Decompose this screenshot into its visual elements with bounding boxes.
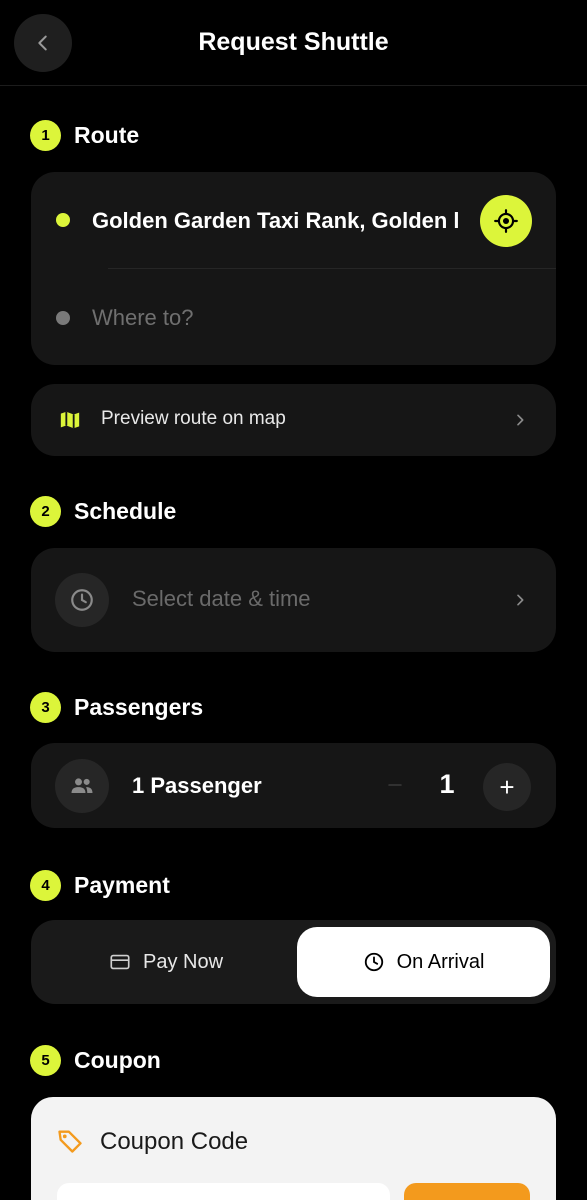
schedule-placeholder: Select date & time xyxy=(132,586,311,611)
current-location-button[interactable] xyxy=(480,195,532,247)
people-icon xyxy=(71,778,93,793)
chevron-right-icon xyxy=(517,414,524,426)
passenger-card: 1 Passenger 1 + xyxy=(31,743,556,828)
step-badge: 5 xyxy=(30,1045,61,1076)
section-title: Route xyxy=(74,122,140,148)
section-title: Payment xyxy=(74,872,170,898)
origin-input[interactable] xyxy=(92,205,480,237)
section-title: Coupon xyxy=(74,1047,161,1073)
credit-card-icon xyxy=(110,954,130,970)
crosshair-icon xyxy=(494,209,518,233)
map-icon xyxy=(60,411,80,429)
route-section-heading: 1 Route xyxy=(30,120,139,151)
increase-passengers-button[interactable]: + xyxy=(483,763,531,811)
destination-input[interactable] xyxy=(92,302,512,334)
step-badge: 2 xyxy=(30,496,61,527)
on-arrival-option[interactable]: On Arrival xyxy=(297,927,550,997)
coupon-title: Coupon Code xyxy=(100,1128,249,1155)
minus-icon xyxy=(388,784,402,786)
schedule-icon-circle xyxy=(55,573,109,627)
schedule-selector[interactable]: Select date & time xyxy=(31,548,556,652)
coupon-code-input[interactable] xyxy=(57,1183,390,1200)
plus-icon: + xyxy=(499,771,515,802)
step-badge: 4 xyxy=(30,870,61,901)
top-bar: Request Shuttle xyxy=(0,0,587,86)
step-badge: 3 xyxy=(30,692,61,723)
apply-coupon-button[interactable] xyxy=(404,1183,530,1200)
clock-icon xyxy=(364,952,383,972)
step-badge: 1 xyxy=(30,120,61,151)
on-arrival-label: On Arrival xyxy=(396,950,485,973)
passenger-label: 1 Passenger xyxy=(132,773,262,798)
decrease-passengers-button[interactable] xyxy=(375,765,415,805)
tag-icon xyxy=(58,1130,82,1153)
chevron-right-icon xyxy=(517,594,524,606)
passenger-icon-circle xyxy=(55,759,109,813)
pay-now-label: Pay Now xyxy=(142,950,224,973)
preview-route-label: Preview route on map xyxy=(101,408,286,429)
payment-toggle: Pay Now On Arrival xyxy=(31,920,556,1004)
pay-now-option[interactable]: Pay Now xyxy=(38,927,294,997)
route-divider xyxy=(108,268,556,269)
section-title: Passengers xyxy=(74,694,204,720)
section-title: Schedule xyxy=(74,498,177,524)
payment-section-heading: 4 Payment xyxy=(30,870,170,901)
clock-icon xyxy=(71,589,93,611)
request-shuttle-screen: Request Shuttle 1 Route Preview route xyxy=(0,0,587,1200)
page-title: Request Shuttle xyxy=(198,28,389,56)
coupon-card: Coupon Code xyxy=(31,1097,556,1200)
schedule-section-heading: 2 Schedule xyxy=(30,496,176,527)
passenger-count: 1 xyxy=(439,769,455,799)
route-card xyxy=(31,172,556,365)
origin-dot-icon xyxy=(56,213,70,227)
destination-dot-icon xyxy=(56,311,70,325)
preview-route-button[interactable]: Preview route on map xyxy=(31,384,556,456)
coupon-section-heading: 5 Coupon xyxy=(30,1045,161,1076)
passengers-section-heading: 3 Passengers xyxy=(30,692,203,723)
